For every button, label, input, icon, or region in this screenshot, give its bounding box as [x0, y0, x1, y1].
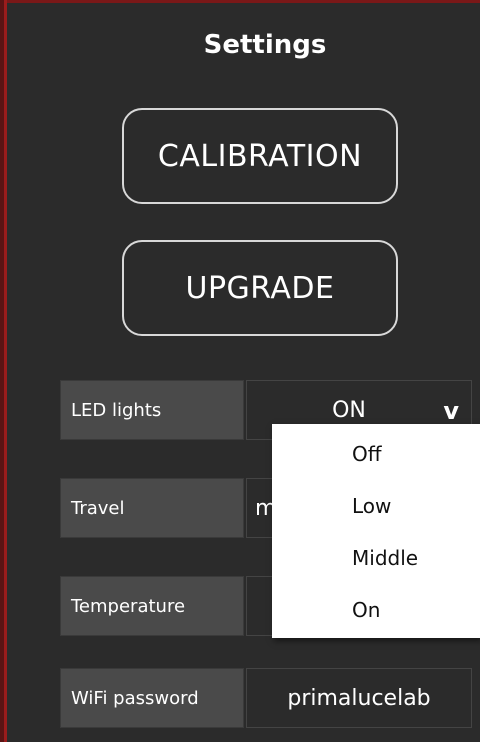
dropdown-option-low[interactable]: Low	[352, 494, 391, 518]
wifi-password-field[interactable]: primalucelab	[246, 668, 472, 728]
chevron-down-icon[interactable]: v	[443, 397, 459, 425]
dropdown-option-off[interactable]: Off	[352, 442, 382, 466]
window-left-border	[0, 0, 7, 742]
led-lights-label: LED lights	[60, 380, 244, 440]
travel-label: Travel	[60, 478, 244, 538]
wifi-password-value: primalucelab	[287, 685, 431, 711]
dropdown-option-middle[interactable]: Middle	[352, 546, 418, 570]
led-lights-value: ON	[332, 397, 366, 423]
settings-panel: Settings CALIBRATION UPGRADE LED lights …	[0, 0, 480, 742]
temperature-label: Temperature	[60, 576, 244, 636]
calibration-button[interactable]: CALIBRATION	[122, 108, 398, 204]
dropdown-option-on[interactable]: On	[352, 598, 380, 622]
window-top-border	[0, 0, 480, 3]
led-lights-dropdown-menu: Off Low Middle On	[272, 424, 480, 638]
wifi-password-label: WiFi password	[60, 668, 244, 728]
page-title: Settings	[203, 30, 327, 60]
upgrade-button[interactable]: UPGRADE	[122, 240, 398, 336]
